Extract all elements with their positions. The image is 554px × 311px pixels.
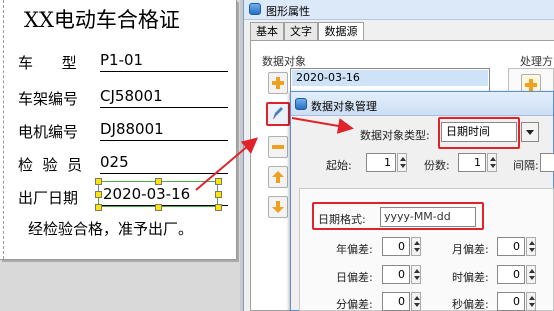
copies-label: 份数: bbox=[424, 159, 450, 172]
tab-basic[interactable]: 基本 bbox=[250, 22, 284, 41]
dialog-icon bbox=[295, 98, 307, 110]
design-canvas[interactable]: XX电动车合格证 车 型 P1-01 车架编号 CJ58001 电机编号 DJ8… bbox=[0, 0, 240, 311]
row-value-model[interactable]: P1-01 bbox=[100, 51, 143, 69]
underline bbox=[100, 173, 228, 174]
certificate-title[interactable]: XX电动车合格证 bbox=[24, 4, 180, 34]
data-object-item[interactable]: 2020-03-16 bbox=[292, 70, 488, 86]
row-label-model[interactable]: 车 型 bbox=[18, 52, 77, 73]
second-offset-label: 秒偏差: bbox=[452, 298, 489, 311]
year-offset-spinner[interactable] bbox=[411, 237, 421, 256]
resize-handle[interactable] bbox=[95, 204, 102, 211]
certificate-footer[interactable]: 经检验合格，准予出厂。 bbox=[28, 218, 193, 239]
year-offset-label: 年偏差: bbox=[336, 243, 373, 256]
type-dropdown-button[interactable] bbox=[521, 122, 539, 142]
minute-offset-input[interactable]: 0 bbox=[382, 292, 410, 311]
resize-handle[interactable] bbox=[155, 178, 162, 185]
hour-offset-label: 时偏差: bbox=[452, 271, 489, 284]
move-down-button[interactable] bbox=[268, 196, 288, 218]
data-objects-label: 数据对象 bbox=[262, 55, 306, 68]
resize-handle[interactable] bbox=[155, 204, 162, 211]
dialog-title: 数据对象管理 bbox=[311, 100, 377, 113]
edit-icon bbox=[273, 107, 283, 119]
row-value-frame[interactable]: CJ58001 bbox=[100, 87, 163, 105]
edit-data-object-button[interactable] bbox=[266, 102, 290, 126]
row-value-inspector[interactable]: 025 bbox=[100, 153, 129, 171]
day-offset-spinner[interactable] bbox=[411, 265, 421, 284]
resize-handle[interactable] bbox=[215, 204, 222, 211]
interval-input[interactable] bbox=[540, 153, 554, 172]
format-highlight-box bbox=[312, 202, 484, 230]
interval-label: 间隔: bbox=[513, 159, 539, 172]
data-objects-list[interactable]: 2020-03-16 bbox=[290, 68, 490, 92]
start-spinner[interactable] bbox=[397, 153, 407, 172]
plus-icon bbox=[525, 79, 537, 91]
second-offset-input[interactable]: 0 bbox=[497, 292, 525, 311]
tab-datasource[interactable]: 数据源 bbox=[318, 22, 364, 42]
certificate-label[interactable]: XX电动车合格证 车 型 P1-01 车架编号 CJ58001 电机编号 DJ8… bbox=[0, 0, 237, 260]
year-offset-input[interactable]: 0 bbox=[382, 237, 410, 256]
row-value-motor[interactable]: DJ88001 bbox=[100, 120, 164, 138]
hour-offset-spinner[interactable] bbox=[526, 265, 536, 284]
day-offset-label: 日偏差: bbox=[336, 271, 373, 284]
start-input[interactable]: 1 bbox=[366, 153, 396, 172]
resize-handle[interactable] bbox=[215, 178, 222, 185]
move-up-button[interactable] bbox=[268, 166, 288, 188]
arrow-up-icon bbox=[272, 171, 284, 183]
type-highlight-box bbox=[438, 117, 520, 149]
month-offset-spinner[interactable] bbox=[526, 237, 536, 256]
copies-spinner[interactable] bbox=[487, 153, 497, 172]
row-label-motor[interactable]: 电机编号 bbox=[18, 121, 78, 142]
dropdown-arrow-icon bbox=[526, 129, 534, 135]
resize-handle[interactable] bbox=[95, 178, 102, 185]
underline bbox=[100, 71, 228, 72]
minus-icon bbox=[272, 145, 284, 149]
second-offset-spinner[interactable] bbox=[526, 292, 536, 311]
dialog-titlebar[interactable]: 数据对象管理 bbox=[291, 92, 553, 116]
margin-guide bbox=[3, 0, 4, 259]
row-label-inspector[interactable]: 检 验 员 bbox=[18, 154, 82, 175]
properties-title: 图形属性 bbox=[266, 5, 310, 18]
month-offset-label: 月偏差: bbox=[452, 243, 489, 256]
tab-text[interactable]: 文字 bbox=[284, 22, 318, 41]
row-label-frame[interactable]: 车架编号 bbox=[18, 88, 78, 109]
day-offset-input[interactable]: 0 bbox=[382, 265, 410, 284]
hour-offset-input[interactable]: 0 bbox=[497, 265, 525, 284]
plus-icon bbox=[272, 77, 284, 89]
resize-handle[interactable] bbox=[215, 191, 222, 198]
app-icon bbox=[249, 3, 261, 15]
copies-input[interactable]: 1 bbox=[458, 153, 486, 172]
start-label: 起始: bbox=[326, 159, 352, 172]
underline bbox=[100, 140, 228, 141]
arrow-down-icon bbox=[272, 201, 284, 213]
add-data-object-button[interactable] bbox=[268, 72, 288, 94]
minute-offset-label: 分偏差: bbox=[336, 298, 373, 311]
underline bbox=[100, 107, 228, 108]
remove-data-object-button[interactable] bbox=[268, 136, 288, 158]
minute-offset-spinner[interactable] bbox=[411, 292, 421, 311]
resize-handle[interactable] bbox=[95, 191, 102, 198]
row-label-date[interactable]: 出厂日期 bbox=[18, 187, 78, 208]
properties-titlebar[interactable]: 图形属性 bbox=[244, 0, 554, 20]
data-object-type-label: 数据对象类型: bbox=[360, 129, 430, 142]
month-offset-input[interactable]: 0 bbox=[497, 237, 525, 256]
